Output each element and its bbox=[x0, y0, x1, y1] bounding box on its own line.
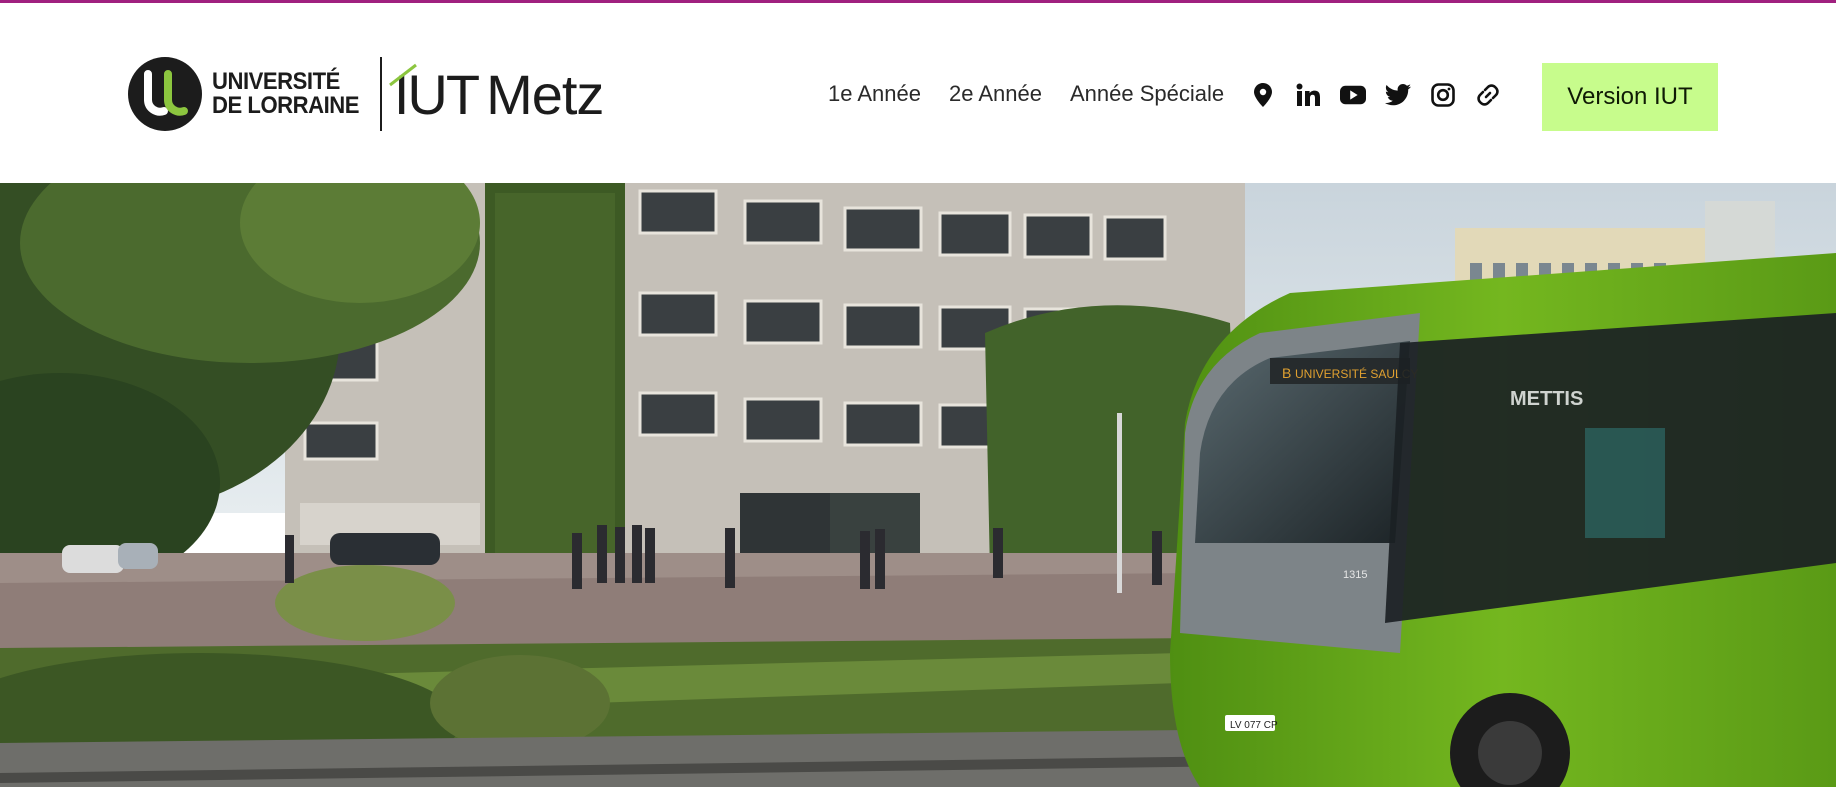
iut-green-slash bbox=[388, 63, 417, 87]
nav-annee-speciale[interactable]: Année Spéciale bbox=[1070, 81, 1224, 107]
logo-line-2: DE LORRAINE bbox=[212, 92, 360, 119]
location-pin-icon[interactable] bbox=[1250, 82, 1276, 108]
logo-line-1: UNIVERSITÉ bbox=[212, 68, 340, 95]
campus-photo-illustration: B UNIVERSITÉ SAULCY METTIS 1315 LV 077 C… bbox=[0, 183, 1836, 787]
main-navigation: 1e Année 2e Année Année Spéciale bbox=[828, 81, 1224, 107]
youtube-icon[interactable] bbox=[1340, 82, 1366, 108]
social-links bbox=[1250, 82, 1501, 108]
nav-2e-annee[interactable]: 2e Année bbox=[949, 81, 1042, 107]
linkedin-icon[interactable] bbox=[1295, 82, 1321, 108]
city-label: Metz bbox=[486, 62, 604, 126]
version-iut-button[interactable]: Version IUT bbox=[1542, 63, 1718, 131]
universite-lorraine-logo-mark bbox=[128, 57, 202, 131]
bus-fleet-number: 1315 bbox=[1343, 569, 1367, 581]
bus-brand-label: METTIS bbox=[1510, 388, 1583, 410]
instagram-icon[interactable] bbox=[1430, 82, 1456, 108]
hero-banner-image: B UNIVERSITÉ SAULCY METTIS 1315 LV 077 C… bbox=[0, 183, 1836, 787]
universite-lorraine-wordmark: UNIVERSITÉ DE LORRAINE bbox=[212, 70, 372, 118]
twitter-icon[interactable] bbox=[1385, 82, 1411, 108]
site-header: UNIVERSITÉ DE LORRAINE IUT Metz 1e Année… bbox=[0, 3, 1836, 183]
bus-route-number: B bbox=[1282, 365, 1291, 381]
site-logo[interactable]: UNIVERSITÉ DE LORRAINE IUT Metz bbox=[128, 55, 604, 133]
link-icon[interactable] bbox=[1475, 82, 1501, 108]
nav-1e-annee[interactable]: 1e Année bbox=[828, 81, 921, 107]
logo-divider bbox=[379, 57, 382, 131]
bus-license-plate: LV 077 CP bbox=[1230, 720, 1278, 731]
iut-metz-wordmark: IUT Metz bbox=[388, 57, 604, 131]
mettis-bus: B UNIVERSITÉ SAULCY METTIS 1315 LV 077 C… bbox=[1170, 253, 1836, 787]
